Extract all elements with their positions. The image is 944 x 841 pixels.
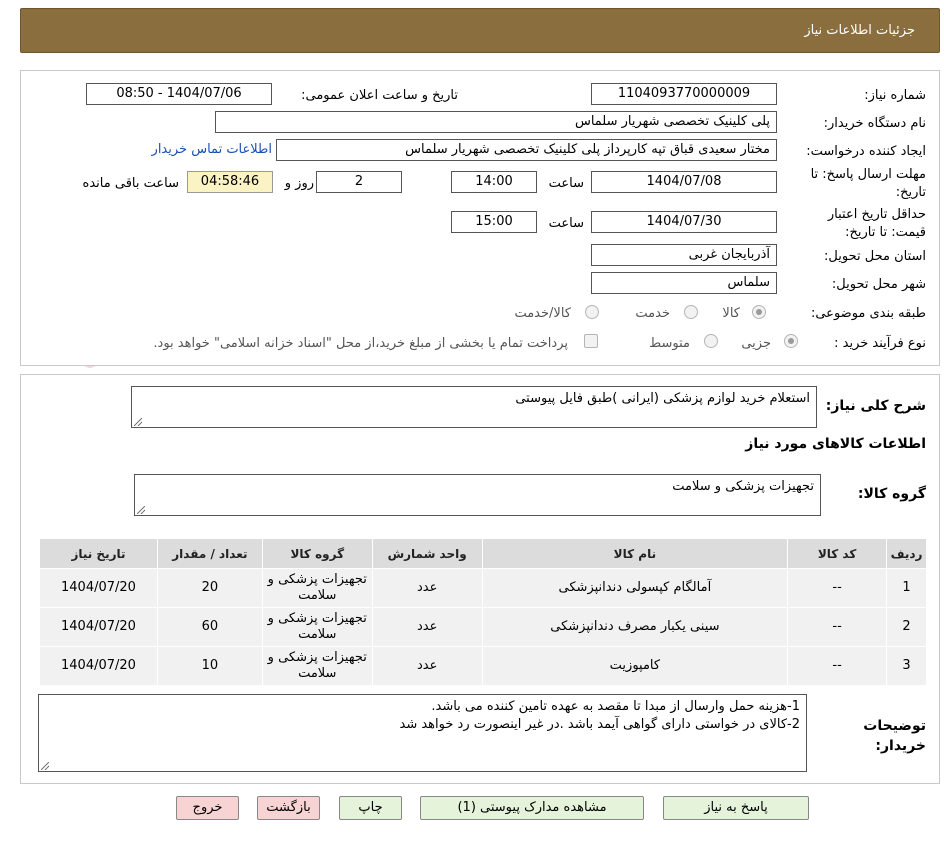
cell-row: 1 <box>886 568 927 608</box>
validity-hour-label: ساعت <box>548 216 584 231</box>
col-name: نام کالا <box>481 538 789 569</box>
resize-grip-icon <box>134 418 142 426</box>
cell-group: تجهیزات پزشکی و سلامت <box>261 646 373 686</box>
cell-date: 1404/07/20 <box>39 607 158 647</box>
buyer-note-line-2: 2-کالای در خواستی دارای گواهی آیمد باشد … <box>399 717 801 732</box>
contact-link[interactable]: اطلاعات تماس خریدار <box>152 142 272 157</box>
deadline-label: مهلت ارسال پاسخ: تا تاریخ: <box>810 167 926 200</box>
col-row: ردیف <box>886 538 927 569</box>
col-qty: تعداد / مقدار <box>156 538 263 569</box>
category-option-goods-service: کالا/خدمت <box>514 306 571 321</box>
deadline-time-field: 14:00 <box>451 171 537 193</box>
description-textarea: استعلام خرید لوازم پزشکی (ایرانی )طبق فا… <box>131 386 817 428</box>
col-unit: واحد شمارش <box>371 538 483 569</box>
cell-unit: عدد <box>371 568 483 608</box>
description-text: استعلام خرید لوازم پزشکی (ایرانی )طبق فا… <box>515 391 810 406</box>
cell-unit: عدد <box>371 646 483 686</box>
cell-group: تجهیزات پزشکی و سلامت <box>261 607 373 647</box>
category-radio-goods[interactable] <box>752 305 766 319</box>
resize-grip-icon <box>137 506 145 514</box>
cell-group: تجهیزات پزشکی و سلامت <box>261 568 373 608</box>
days-field: 2 <box>316 171 402 193</box>
announce-field: 1404/07/06 - 08:50 <box>86 83 272 105</box>
cell-row: 3 <box>886 646 927 686</box>
cell-code: -- <box>787 646 888 686</box>
treasury-payment-checkbox[interactable] <box>584 334 598 348</box>
page-header: جزئیات اطلاعات نیاز <box>20 8 940 53</box>
treasury-payment-note: پرداخت تمام یا بخشی از مبلغ خرید،از محل … <box>153 336 568 351</box>
category-option-service: خدمت <box>635 306 670 321</box>
buyer-notes-label: توضیحات خریدار: <box>863 718 926 754</box>
goods-info-heading: اطلاعات کالاهای مورد نیاز <box>745 436 926 452</box>
cell-row: 2 <box>886 607 927 647</box>
cell-qty: 60 <box>156 607 263 647</box>
category-radio-goods-service[interactable] <box>585 305 599 319</box>
validity-date-field: 1404/07/30 <box>591 211 777 233</box>
goods-group-textarea: تجهیزات پزشکی و سلامت <box>134 474 821 516</box>
buyer-field: پلی کلینیک تخصصی شهریار سلماس <box>215 111 777 133</box>
announce-label: تاریخ و ساعت اعلان عمومی: <box>301 88 458 103</box>
process-radio-medium[interactable] <box>704 334 718 348</box>
days-label: روز و <box>284 176 314 191</box>
cell-date: 1404/07/20 <box>39 568 158 608</box>
cell-name: آمالگام کپسولی دندانپزشکی <box>481 568 789 608</box>
buyer-notes-textarea: 1-هزینه حمل وارسال از مبدا تا مقصد به عه… <box>38 694 807 772</box>
col-group: گروه کالا <box>261 538 373 569</box>
col-code: کد کالا <box>787 538 888 569</box>
validity-time-field: 15:00 <box>451 211 537 233</box>
remaining-time-field: 04:58:46 <box>187 171 273 193</box>
province-field: آذربایجان غربی <box>591 244 777 266</box>
print-button[interactable]: چاپ <box>339 796 402 820</box>
view-attachments-button[interactable]: مشاهده مدارک پیوستی (1) <box>420 796 644 820</box>
table-header-row: ردیف کد کالا نام کالا واحد شمارش گروه کا… <box>39 538 927 569</box>
deadline-date-field: 1404/07/08 <box>591 171 777 193</box>
cell-code: -- <box>787 607 888 647</box>
buyer-label: نام دستگاه خریدار: <box>823 116 926 131</box>
city-label: شهر محل تحویل: <box>831 277 926 292</box>
category-radio-service[interactable] <box>684 305 698 319</box>
cell-name: سینی یکبار مصرف دندانپزشکی <box>481 607 789 647</box>
exit-button[interactable]: خروج <box>176 796 239 820</box>
goods-group-text: تجهیزات پزشکی و سلامت <box>672 479 814 494</box>
process-radio-minor[interactable] <box>784 334 798 348</box>
process-option-minor: جزیی <box>741 336 771 351</box>
process-option-medium: متوسط <box>649 336 690 351</box>
process-label: نوع فرآیند خرید : <box>834 336 926 351</box>
reply-button[interactable]: پاسخ به نیاز <box>663 796 809 820</box>
deadline-hour-label: ساعت <box>548 176 584 191</box>
page-title: جزئیات اطلاعات نیاز <box>804 23 915 38</box>
cell-unit: عدد <box>371 607 483 647</box>
category-label: طبقه بندی موضوعی: <box>810 306 926 321</box>
cell-qty: 10 <box>156 646 263 686</box>
need-number-label: شماره نیاز: <box>864 88 926 103</box>
table-row: 3 -- کامپوزیت عدد تجهیزات پزشکی و سلامت … <box>39 646 927 686</box>
cell-name: کامپوزیت <box>481 646 789 686</box>
province-label: استان محل تحویل: <box>824 249 926 264</box>
description-label: شرح کلی نیاز: <box>825 398 926 414</box>
cell-code: -- <box>787 568 888 608</box>
table-row: 2 -- سینی یکبار مصرف دندانپزشکی عدد تجهی… <box>39 607 927 647</box>
category-option-goods: کالا <box>722 306 740 321</box>
back-button[interactable]: بازگشت <box>257 796 320 820</box>
goods-group-label: گروه کالا: <box>857 486 926 502</box>
need-number-field: 1104093770000009 <box>591 83 777 105</box>
resize-grip-icon <box>41 762 49 770</box>
table-row: 1 -- آمالگام کپسولی دندانپزشکی عدد تجهیز… <box>39 568 927 608</box>
creator-field: مختار سعیدی قباق تپه کارپرداز پلی کلینیک… <box>276 139 777 161</box>
col-date: تاریخ نیاز <box>39 538 158 569</box>
city-field: سلماس <box>591 272 777 294</box>
cell-date: 1404/07/20 <box>39 646 158 686</box>
validity-label: حداقل تاریخ اعتبار قیمت: تا تاریخ: <box>827 207 926 240</box>
creator-label: ایجاد کننده درخواست: <box>806 144 926 159</box>
cell-qty: 20 <box>156 568 263 608</box>
remaining-label: ساعت باقی مانده <box>82 176 179 191</box>
buyer-note-line-1: 1-هزینه حمل وارسال از مبدا تا مقصد به عه… <box>431 699 800 714</box>
items-table: ردیف کد کالا نام کالا واحد شمارش گروه کا… <box>39 538 927 686</box>
